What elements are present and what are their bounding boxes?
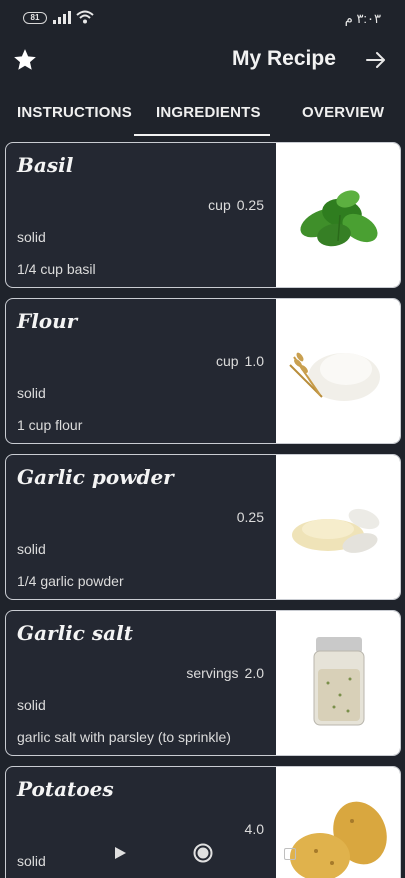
ingredient-name: Flour bbox=[17, 309, 78, 333]
tab-instructions[interactable]: INSTRUCTIONS bbox=[17, 104, 132, 121]
ingredient-description: 1/4 cup basil bbox=[17, 261, 96, 277]
ingredient-description: garlic salt with parsley (to sprinkle) bbox=[17, 729, 231, 745]
ingredient-amount: 1.0 bbox=[244, 353, 264, 369]
ingredient-quantity: cup 1.0 bbox=[216, 353, 264, 369]
ingredient-amount: 2.0 bbox=[244, 665, 264, 681]
ingredient-name: Garlic salt bbox=[17, 621, 133, 645]
ingredient-unit: cup bbox=[215, 353, 239, 369]
ingredient-unit: cup bbox=[208, 197, 231, 213]
ingredient-state: solid bbox=[17, 697, 46, 713]
tab-ingredients[interactable]: INGREDIENTS bbox=[156, 104, 261, 121]
play-icon[interactable] bbox=[113, 846, 127, 860]
ingredient-description: 1 cup flour bbox=[17, 417, 83, 433]
garlic-salt-image bbox=[276, 611, 400, 755]
garlic-powder-image bbox=[276, 455, 400, 599]
basil-image bbox=[276, 143, 400, 287]
ingredient-card[interactable]: Basil cup 0.25 solid 1/4 cup basil bbox=[5, 142, 401, 288]
ingredient-state: solid bbox=[17, 541, 46, 557]
ingredient-state: solid bbox=[17, 385, 46, 401]
ingredient-card[interactable]: Flour cup 1.0 solid 1 cup flour bbox=[5, 298, 401, 444]
ingredient-list[interactable]: Basil cup 0.25 solid 1/4 cup basil Flour … bbox=[0, 140, 405, 878]
tab-bar: INSTRUCTIONS INGREDIENTS OVERVIEW bbox=[0, 94, 405, 138]
wifi-icon bbox=[76, 10, 94, 24]
ingredient-quantity: 4.0 bbox=[239, 821, 264, 837]
potatoes-image bbox=[276, 767, 400, 878]
ingredient-name: Basil bbox=[17, 153, 74, 177]
ingredient-card[interactable]: Garlic salt servings 2.0 solid garlic sal… bbox=[5, 610, 401, 756]
tab-indicator bbox=[134, 134, 270, 136]
app-bar: My Recipe bbox=[0, 36, 405, 86]
tab-overview[interactable]: OVERVIEW bbox=[302, 104, 384, 121]
ingredient-amount: 0.25 bbox=[236, 509, 264, 525]
home-circle-icon[interactable] bbox=[193, 843, 213, 863]
star-icon[interactable] bbox=[12, 47, 38, 73]
status-time: ۳:۰۳ م bbox=[344, 11, 381, 26]
page-title: My Recipe bbox=[232, 47, 336, 70]
ingredient-amount: 0.25 bbox=[236, 197, 264, 213]
ingredient-quantity: servings 2.0 bbox=[186, 665, 264, 681]
signal-icon bbox=[53, 11, 71, 24]
status-bar: 81 ۳:۰۳ م bbox=[0, 0, 405, 36]
ingredient-state: solid bbox=[17, 229, 46, 245]
ingredient-quantity: cup 0.25 bbox=[208, 197, 264, 213]
ingredient-name: Garlic powder bbox=[17, 465, 174, 489]
ingredient-description: 1/4 garlic powder bbox=[17, 573, 124, 589]
recents-icon[interactable] bbox=[284, 848, 296, 860]
ingredient-state: solid bbox=[17, 853, 46, 869]
ingredient-unit: servings bbox=[186, 665, 239, 681]
ingredient-amount: 4.0 bbox=[244, 821, 264, 837]
ingredient-quantity: 0.25 bbox=[231, 509, 264, 525]
ingredient-name: Potatoes bbox=[17, 777, 114, 801]
arrow-right-icon[interactable] bbox=[364, 48, 388, 72]
ingredient-card[interactable]: Garlic powder 0.25 solid 1/4 garlic powd… bbox=[5, 454, 401, 600]
battery-icon: 81 bbox=[23, 12, 47, 24]
flour-image bbox=[276, 299, 400, 443]
